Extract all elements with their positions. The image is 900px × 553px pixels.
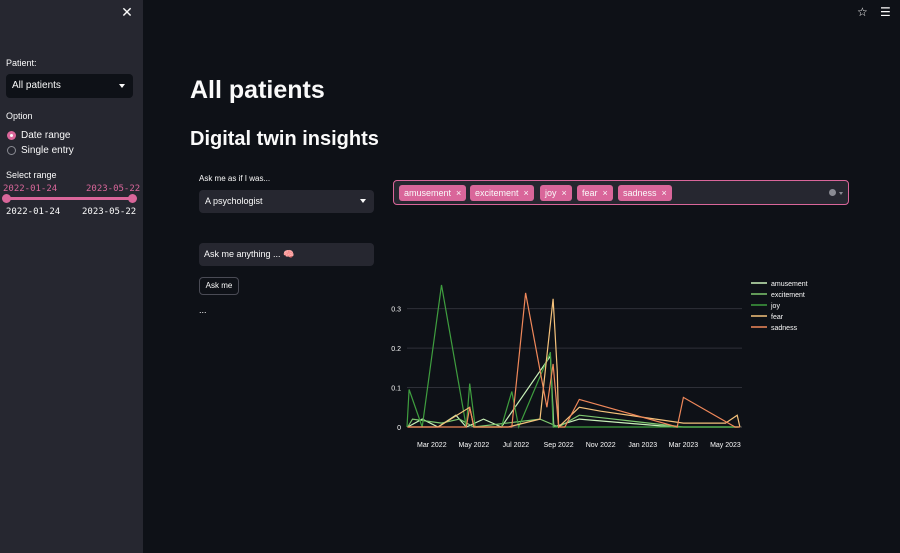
radio-label: Single entry [21, 145, 74, 156]
range-min-label: 2022-01-24 [6, 207, 61, 217]
y-tick-label: 0.3 [391, 307, 401, 314]
legend-label: fear [771, 314, 784, 321]
series-line-amusement [407, 354, 739, 428]
legend-label: joy [770, 303, 780, 310]
x-tick-label: Sep 2022 [544, 442, 574, 449]
remove-tag-icon[interactable]: × [562, 188, 567, 198]
x-tick-label: Mar 2022 [417, 442, 447, 449]
radio-selected-icon [7, 131, 16, 140]
page-title: All patients [190, 76, 325, 104]
legend-label: sadness [771, 325, 798, 332]
x-tick-label: Mar 2023 [669, 442, 699, 449]
close-icon[interactable]: ✕ [120, 5, 134, 19]
persona-select-value: A psychologist [205, 196, 263, 206]
series-line-sadness [407, 292, 740, 428]
chevron-down-icon [360, 199, 366, 203]
remove-tag-icon[interactable]: × [524, 188, 529, 198]
persona-select[interactable]: A psychologist [199, 190, 374, 213]
chevron-down-icon[interactable] [839, 192, 843, 195]
tag-sadness: sadness × [618, 185, 672, 201]
tag-excitement: excitement × [470, 185, 534, 201]
y-tick-label: 0 [397, 425, 401, 432]
range-slider-high-handle[interactable] [128, 194, 137, 203]
tag-label: amusement [404, 188, 452, 198]
y-tick-label: 0.2 [391, 346, 401, 353]
tag-label: joy [545, 188, 557, 198]
emotion-multiselect[interactable]: amusement × excitement × joy × fear × sadnes… [393, 180, 849, 205]
ask-input-placeholder: Ask me anything ... 🧠 [204, 249, 295, 259]
range-max-label: 2023-05-22 [82, 207, 137, 217]
range-label: Select range [6, 170, 57, 180]
ask-button[interactable]: Ask me [199, 277, 239, 295]
tag-label: fear [582, 188, 598, 198]
tag-joy: joy × [540, 185, 572, 201]
x-tick-label: Jan 2023 [628, 442, 657, 449]
tag-label: sadness [623, 188, 657, 198]
y-tick-label: 0.1 [391, 386, 401, 393]
hamburger-menu-icon[interactable]: ☰ [880, 5, 891, 19]
clear-all-icon[interactable] [829, 189, 836, 196]
star-icon[interactable]: ☆ [857, 5, 868, 19]
x-tick-label: Nov 2022 [586, 442, 616, 449]
range-slider-low-handle[interactable] [2, 194, 11, 203]
x-tick-label: May 2022 [458, 442, 489, 449]
answer-text: ... [199, 305, 207, 315]
radio-date-range[interactable]: Date range [7, 130, 70, 141]
radio-unselected-icon [7, 146, 16, 155]
radio-single-entry[interactable]: Single entry [7, 145, 74, 156]
remove-tag-icon[interactable]: × [662, 188, 667, 198]
ask-input[interactable]: Ask me anything ... 🧠 [199, 243, 374, 266]
radio-label: Date range [21, 130, 71, 141]
series-line-fear [407, 298, 741, 429]
persona-label: Ask me as if I was... [199, 174, 271, 183]
remove-tag-icon[interactable]: × [603, 188, 608, 198]
emotion-line-chart: 0 0.1 0.2 0.3 Mar 2022 May 2022 Jul 2022 Sep 20… [391, 281, 808, 449]
series-line-joy [406, 284, 739, 430]
page-subtitle: Digital twin insights [190, 128, 379, 150]
range-low-value: 2022-01-24 [3, 184, 58, 194]
range-slider-track[interactable] [6, 197, 133, 200]
legend-label: excitement [771, 292, 805, 299]
x-tick-label: Jul 2022 [503, 442, 530, 449]
option-label: Option [6, 111, 33, 121]
sidebar: ✕ Patient: All patients Option Date rang… [0, 0, 143, 553]
legend-label: amusement [771, 281, 808, 288]
range-high-value: 2023-05-22 [86, 184, 141, 194]
x-tick-label: May 2023 [710, 442, 741, 449]
tag-fear: fear × [577, 185, 613, 201]
patient-select-value: All patients [12, 80, 61, 91]
patient-label: Patient: [6, 58, 37, 68]
tag-amusement: amusement × [399, 185, 467, 201]
tag-label: excitement [475, 188, 519, 198]
chevron-down-icon [119, 84, 125, 88]
patient-select[interactable]: All patients [6, 74, 133, 98]
remove-tag-icon[interactable]: × [456, 188, 461, 198]
